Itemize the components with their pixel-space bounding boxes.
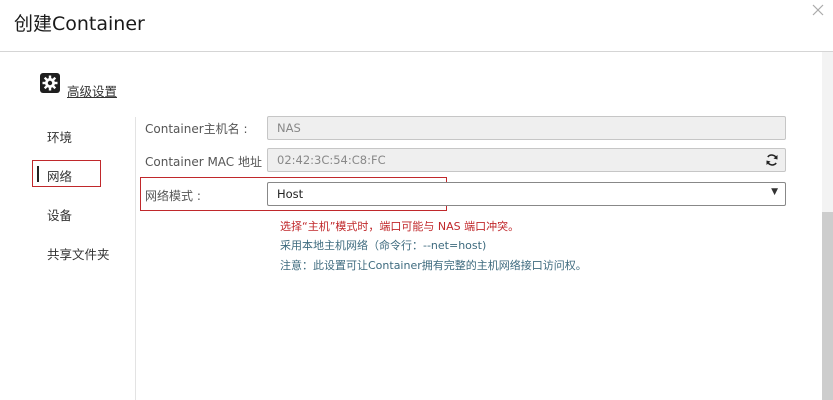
refresh-icon[interactable] bbox=[765, 153, 779, 167]
host-mode-warning: 选择“主机”模式时，端口可能与 NAS 端口冲突。 bbox=[280, 220, 520, 233]
side-nav: 环境 网络 设备 共享文件夹 bbox=[0, 117, 136, 400]
host-mode-note: 注意：此设置可让Container拥有完整的主机网络接口访问权。 bbox=[280, 259, 587, 272]
nav-item-shared-folders[interactable]: 共享文件夹 bbox=[47, 244, 110, 263]
chevron-down-icon[interactable]: ▼ bbox=[771, 187, 778, 197]
mac-address-field: 02:42:3C:54:C8:FC bbox=[267, 148, 786, 172]
hostname-label: Container主机名 : bbox=[145, 122, 248, 136]
network-mode-value: Host bbox=[277, 187, 304, 201]
dialog-title: 创建Container bbox=[14, 13, 145, 35]
hostname-value: NAS bbox=[277, 121, 301, 135]
title-bar: 创建Container bbox=[0, 0, 833, 52]
gear-icon bbox=[40, 73, 60, 93]
network-mode-select[interactable]: Host ▼ bbox=[267, 182, 786, 206]
scrollbar-thumb[interactable] bbox=[822, 212, 833, 400]
network-mode-label: 网络模式 : bbox=[145, 189, 201, 203]
mac-address-label: Container MAC 地址 : bbox=[145, 155, 270, 169]
hostname-field: NAS bbox=[267, 116, 786, 140]
active-indicator bbox=[37, 166, 39, 182]
close-icon[interactable] bbox=[806, 0, 830, 22]
mac-address-value: 02:42:3C:54:C8:FC bbox=[277, 153, 386, 167]
create-container-dialog: 创建Container 高级设置 环境 网络 设备 共享文件夹 Containe… bbox=[0, 0, 833, 400]
nav-item-environment[interactable]: 环境 bbox=[47, 127, 72, 146]
advanced-settings-link[interactable]: 高级设置 bbox=[67, 81, 117, 100]
host-mode-command: 采用本地主机网络（命令行：--net=host) bbox=[280, 239, 487, 252]
nav-item-network[interactable]: 网络 bbox=[47, 166, 72, 185]
nav-item-devices[interactable]: 设备 bbox=[47, 205, 72, 224]
